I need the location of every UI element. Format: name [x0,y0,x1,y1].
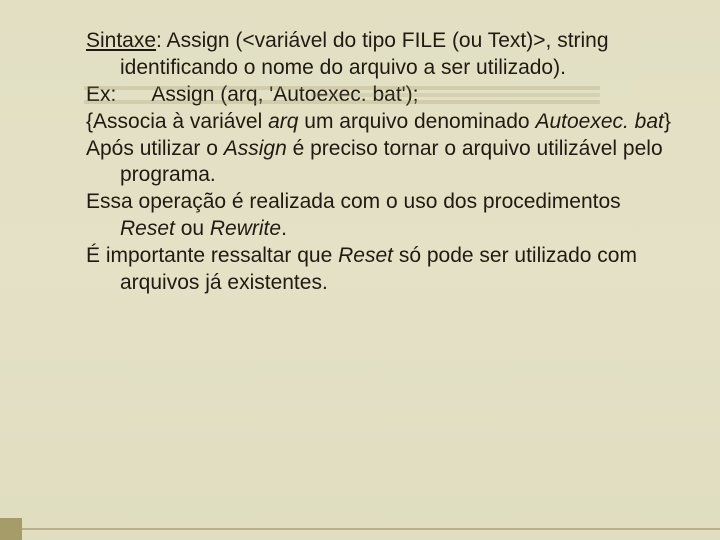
assoc-close: } [664,110,671,133]
example-code: Assign (arq, 'Autoexec. bat'); [151,83,418,106]
syntax-body: : Assign (<variável do tipo FILE (ou Tex… [120,29,609,79]
after-assign-line: Após utilizar o Assign é preciso tornar … [86,136,672,190]
association-line: {Associa à variável arq um arquivo denom… [86,109,672,136]
assoc-file: Autoexec. bat [535,110,663,133]
assoc-var: arq [268,110,298,133]
operation-end: . [281,217,287,240]
important-1: É importante ressaltar que [86,244,338,267]
syntax-label: Sintaxe [86,29,156,52]
after-assign-word: Assign [224,137,287,160]
operation-line: Essa operação é realizada com o uso dos … [86,189,672,243]
footer-accent-square [0,518,22,540]
example-label: Ex: [86,83,116,106]
after-assign-1: Após utilizar o [86,137,224,160]
operation-or: ou [175,217,210,240]
example-line: Ex: Assign (arq, 'Autoexec. bat'); [86,82,672,109]
operation-rewrite: Rewrite [210,217,281,240]
operation-reset: Reset [120,217,175,240]
important-reset: Reset [338,244,393,267]
important-line: É importante ressaltar que Reset só pode… [86,243,672,297]
operation-1: Essa operação é realizada com o uso dos … [86,190,621,213]
assoc-mid: um arquivo denominado [298,110,535,133]
assoc-open: {Associa à variável [86,110,268,133]
syntax-line: Sintaxe: Assign (<variável do tipo FILE … [86,28,672,82]
footer-divider-line [22,528,720,530]
slide-body: Sintaxe: Assign (<variável do tipo FILE … [0,0,720,325]
